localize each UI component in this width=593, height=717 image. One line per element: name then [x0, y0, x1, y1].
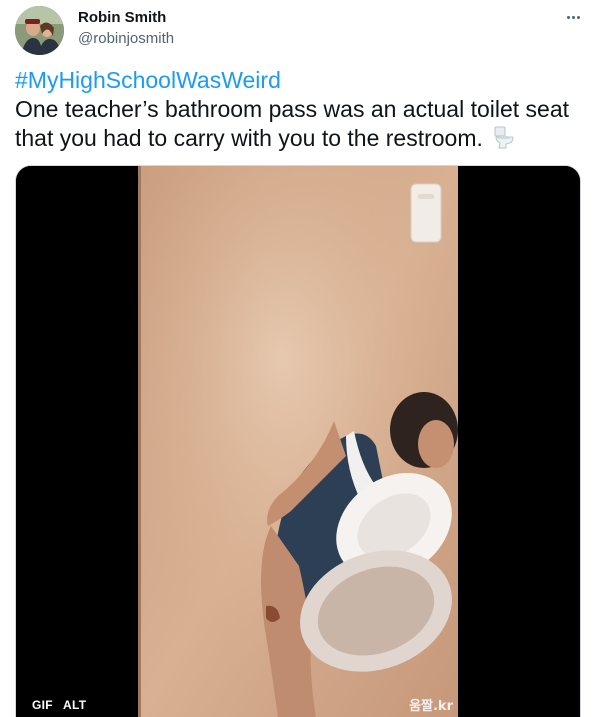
- author-handle[interactable]: @robinjosmith: [78, 30, 174, 47]
- tweet-text: #MyHighSchoolWasWeird One teacher’s bath…: [15, 66, 585, 157]
- gif-badge: GIF: [28, 697, 57, 713]
- toilet-icon: [493, 126, 515, 157]
- alt-text-button[interactable]: ALT: [59, 697, 91, 713]
- tweet-body: One teacher’s bathroom pass was an actua…: [15, 96, 570, 151]
- more-options-icon[interactable]: [560, 6, 586, 28]
- gif-frame: [16, 166, 580, 717]
- author-name[interactable]: Robin Smith: [78, 9, 166, 26]
- tweet-card[interactable]: Robin Smith @robinjosmith #MyHighSchoolW…: [0, 0, 593, 717]
- watermark: 움짤.kr: [409, 699, 453, 714]
- gif-media[interactable]: GIF ALT 움짤.kr: [15, 165, 581, 717]
- avatar[interactable]: [15, 6, 64, 55]
- hashtag-link[interactable]: #MyHighSchoolWasWeird: [15, 66, 585, 95]
